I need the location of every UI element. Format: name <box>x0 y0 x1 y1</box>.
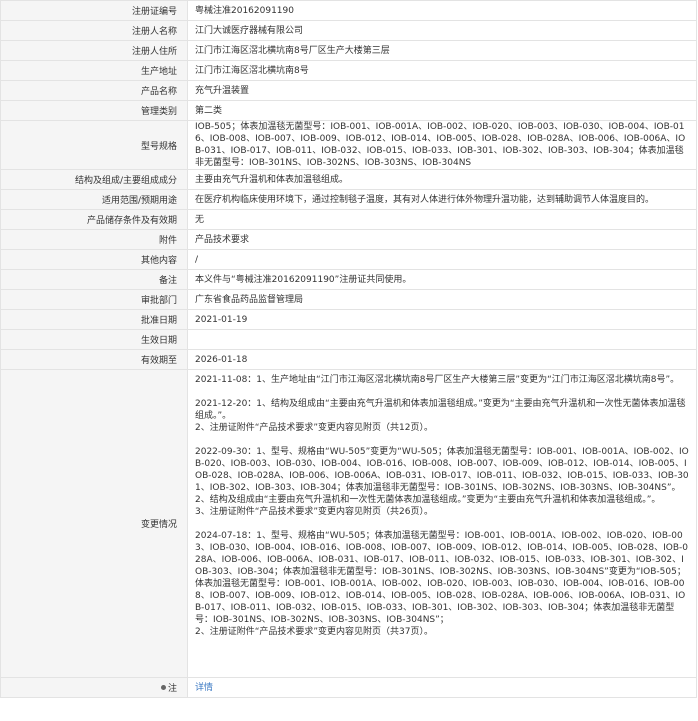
pin-icon <box>160 685 166 690</box>
row-value: 2021-01-19 <box>187 309 697 330</box>
row-value: 无 <box>187 209 697 230</box>
change-entry: 2021-11-08：1、生产地址由“江门市江海区滘北横坑南8号厂区生产大楼第三… <box>195 374 690 386</box>
row-label: 变更情况 <box>0 369 188 678</box>
change-line: 3、注册证附件“产品技术要求”变更内容见附页（共26页）。 <box>195 507 434 517</box>
table-row: 管理类别 第二类 <box>0 100 697 121</box>
row-label: 备注 <box>0 269 188 290</box>
details-link[interactable]: 详情 <box>195 683 213 693</box>
row-label: 注册人住所 <box>0 40 188 61</box>
table-row-changes: 变更情况 2021-11-08：1、生产地址由“江门市江海区滘北横坑南8号厂区生… <box>0 369 697 678</box>
row-value: 江门大诚医疗器械有限公司 <box>187 20 697 41</box>
row-value: 江门市江海区滘北横坑南8号 <box>187 60 697 81</box>
row-label: 产品名称 <box>0 80 188 101</box>
row-label: 结构及组成/主要组成成分 <box>0 169 188 190</box>
row-label: 批准日期 <box>0 309 188 330</box>
change-entry: 2022-09-30：1、型号、规格由“WU-505”变更为“WU-505；体表… <box>195 446 690 518</box>
registration-table: 注册证编号 粤械注准20162091190 注册人名称 江门大诚医疗器械有限公司 注册人… <box>0 0 697 698</box>
row-label: 生效日期 <box>0 329 188 350</box>
table-row: 生产地址 江门市江海区滘北横坑南8号 <box>0 60 697 81</box>
table-row: 批准日期 2021-01-19 <box>0 309 697 330</box>
row-value: 在医疗机构临床使用环境下，通过控制毯子温度，其有对人体进行体外物理升温功能，达到… <box>187 189 697 210</box>
change-line: 2、注册证附件“产品技术要求”变更内容见附页（共12页）。 <box>195 423 434 433</box>
row-value: 广东省食品药品监督管理局 <box>187 289 697 310</box>
change-line: 2、注册证附件“产品技术要求”变更内容见附页（共37页）。 <box>195 627 434 637</box>
row-value: 本义件与“粤械注准20162091190”注册证共同使用。 <box>187 269 697 290</box>
row-label: 产品储存条件及有效期 <box>0 209 188 230</box>
row-label: 附件 <box>0 229 188 250</box>
row-value: 充气升温装置 <box>187 80 697 101</box>
table-row: 产品名称 充气升温装置 <box>0 80 697 101</box>
row-value: IOB-505；体表加温毯无菌型号：IOB-001、IOB-001A、IOB-0… <box>187 120 697 170</box>
table-row: 结构及组成/主要组成成分 主要由充气升温机和体表加温毯组成。 <box>0 169 697 190</box>
table-row: 附件 产品技术要求 <box>0 229 697 250</box>
row-label: 注 <box>0 677 188 698</box>
row-value: 主要由充气升温机和体表加温毯组成。 <box>187 169 697 190</box>
row-label: 生产地址 <box>0 60 188 81</box>
row-value: / <box>187 249 697 270</box>
table-row: 注册证编号 粤械注准20162091190 <box>0 0 697 21</box>
table-row: 注册人住所 江门市江海区滘北横坑南8号厂区生产大楼第三层 <box>0 40 697 61</box>
row-value: 粤械注准20162091190 <box>187 0 697 21</box>
row-label: 有效期至 <box>0 349 188 370</box>
table-row: 注册人名称 江门大诚医疗器械有限公司 <box>0 20 697 41</box>
table-row: 其他内容 / <box>0 249 697 270</box>
row-label: 注册人名称 <box>0 20 188 41</box>
change-line: 2021-11-08：1、生产地址由“江门市江海区滘北横坑南8号厂区生产大楼第三… <box>195 375 680 385</box>
table-row: 生效日期 <box>0 329 697 350</box>
row-value <box>187 329 697 350</box>
row-label: 注册证编号 <box>0 0 188 21</box>
table-row-note: 注 详情 <box>0 677 697 698</box>
row-label: 管理类别 <box>0 100 188 121</box>
row-label: 其他内容 <box>0 249 188 270</box>
row-label: 型号规格 <box>0 120 188 170</box>
change-line: 2、结构及组成由“主要由充气升温机和一次性无菌体表加温毯组成。”变更为“主要由充… <box>195 495 661 505</box>
change-line: 2022-09-30：1、型号、规格由“WU-505”变更为“WU-505；体表… <box>195 447 689 493</box>
row-value: 产品技术要求 <box>187 229 697 250</box>
changes-content: 2021-11-08：1、生产地址由“江门市江海区滘北横坑南8号厂区生产大楼第三… <box>187 369 697 678</box>
table-row: 审批部门 广东省食品药品监督管理局 <box>0 289 697 310</box>
row-label: 适用范围/预期用途 <box>0 189 188 210</box>
change-entry: 2021-12-20：1、结构及组成由“主要由充气升温机和体表加温毯组成。”变更… <box>195 398 690 434</box>
row-label: 审批部门 <box>0 289 188 310</box>
row-value: 江门市江海区滘北横坑南8号厂区生产大楼第三层 <box>187 40 697 61</box>
table-row: 有效期至 2026-01-18 <box>0 349 697 370</box>
change-entry: 2024-07-18：1、型号、规格由“WU-505；体表加温毯无菌型号：IOB… <box>195 530 690 638</box>
change-line: 2024-07-18：1、型号、规格由“WU-505；体表加温毯无菌型号：IOB… <box>195 531 688 625</box>
row-value: 第二类 <box>187 100 697 121</box>
table-row: 型号规格 IOB-505；体表加温毯无菌型号：IOB-001、IOB-001A、I… <box>0 120 697 170</box>
table-row: 产品储存条件及有效期无 <box>0 209 697 230</box>
note-label: 注 <box>167 684 177 694</box>
change-line: 2021-12-20：1、结构及组成由“主要由充气升温机和体表加温毯组成。”变更… <box>195 399 686 421</box>
row-value: 2026-01-18 <box>187 349 697 370</box>
table-row: 备注 本义件与“粤械注准20162091190”注册证共同使用。 <box>0 269 697 290</box>
table-row: 适用范围/预期用途 在医疗机构临床使用环境下，通过控制毯子温度，其有对人体进行体外… <box>0 189 697 210</box>
